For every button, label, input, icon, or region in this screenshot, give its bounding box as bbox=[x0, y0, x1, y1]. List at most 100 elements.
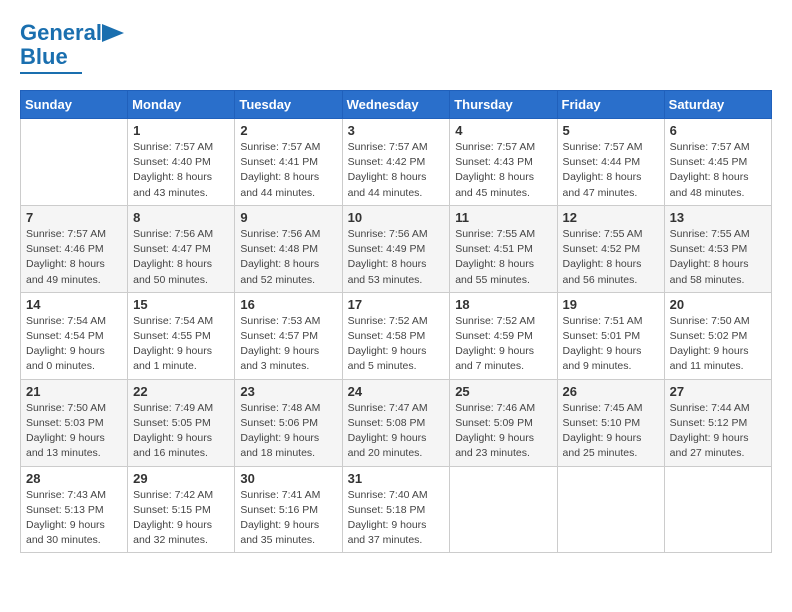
logo-arrow-icon bbox=[102, 24, 124, 42]
calendar-day-cell bbox=[664, 466, 771, 553]
calendar-day-cell: 7 Sunrise: 7:57 AMSunset: 4:46 PMDaylight… bbox=[21, 205, 128, 292]
day-number: 7 bbox=[26, 210, 122, 225]
calendar-day-cell: 13 Sunrise: 7:55 AMSunset: 4:53 PMDayligh… bbox=[664, 205, 771, 292]
day-info: Sunrise: 7:52 AMSunset: 4:59 PMDaylight:… bbox=[455, 314, 551, 375]
calendar-day-cell: 9 Sunrise: 7:56 AMSunset: 4:48 PMDaylight… bbox=[235, 205, 342, 292]
day-info: Sunrise: 7:52 AMSunset: 4:58 PMDaylight:… bbox=[348, 314, 445, 375]
calendar-day-cell: 29 Sunrise: 7:42 AMSunset: 5:15 PMDayligh… bbox=[128, 466, 235, 553]
day-info: Sunrise: 7:56 AMSunset: 4:48 PMDaylight:… bbox=[240, 227, 336, 288]
calendar-day-cell: 14 Sunrise: 7:54 AMSunset: 4:54 PMDayligh… bbox=[21, 292, 128, 379]
calendar-day-cell: 5 Sunrise: 7:57 AMSunset: 4:44 PMDaylight… bbox=[557, 119, 664, 206]
calendar-day-cell: 25Sunrise: 7:46 AMSunset: 5:09 PMDayligh… bbox=[450, 379, 557, 466]
calendar-day-cell: 22 Sunrise: 7:49 AMSunset: 5:05 PMDayligh… bbox=[128, 379, 235, 466]
calendar-header-thursday: Thursday bbox=[450, 91, 557, 119]
calendar-header-sunday: Sunday bbox=[21, 91, 128, 119]
day-info: Sunrise: 7:48 AMSunset: 5:06 PMDaylight:… bbox=[240, 401, 336, 462]
logo-blue-text: Blue bbox=[20, 44, 68, 70]
calendar-header-saturday: Saturday bbox=[664, 91, 771, 119]
calendar-header-tuesday: Tuesday bbox=[235, 91, 342, 119]
logo-text: General bbox=[20, 20, 102, 46]
day-number: 14 bbox=[26, 297, 122, 312]
calendar-day-cell: 27 Sunrise: 7:44 AMSunset: 5:12 PMDayligh… bbox=[664, 379, 771, 466]
day-info: Sunrise: 7:49 AMSunset: 5:05 PMDaylight:… bbox=[133, 401, 229, 462]
day-info: Sunrise: 7:56 AMSunset: 4:47 PMDaylight:… bbox=[133, 227, 229, 288]
day-info: Sunrise: 7:57 AMSunset: 4:43 PMDaylight:… bbox=[455, 140, 551, 201]
day-number: 20 bbox=[670, 297, 766, 312]
day-info: Sunrise: 7:47 AMSunset: 5:08 PMDaylight:… bbox=[348, 401, 445, 462]
day-number: 21 bbox=[26, 384, 122, 399]
calendar-day-cell: 4 Sunrise: 7:57 AMSunset: 4:43 PMDaylight… bbox=[450, 119, 557, 206]
calendar-day-cell: 19 Sunrise: 7:51 AMSunset: 5:01 PMDayligh… bbox=[557, 292, 664, 379]
day-number: 24 bbox=[348, 384, 445, 399]
day-number: 16 bbox=[240, 297, 336, 312]
day-number: 10 bbox=[348, 210, 445, 225]
calendar-day-cell: 23 Sunrise: 7:48 AMSunset: 5:06 PMDayligh… bbox=[235, 379, 342, 466]
day-number: 22 bbox=[133, 384, 229, 399]
day-info: Sunrise: 7:54 AMSunset: 4:54 PMDaylight:… bbox=[26, 314, 122, 375]
day-info: Sunrise: 7:50 AMSunset: 5:02 PMDaylight:… bbox=[670, 314, 766, 375]
calendar-week-row: 7 Sunrise: 7:57 AMSunset: 4:46 PMDaylight… bbox=[21, 205, 772, 292]
day-info: Sunrise: 7:57 AMSunset: 4:40 PMDaylight:… bbox=[133, 140, 229, 201]
day-info: Sunrise: 7:45 AMSunset: 5:10 PMDaylight:… bbox=[563, 401, 659, 462]
calendar-day-cell: 12 Sunrise: 7:55 AMSunset: 4:52 PMDayligh… bbox=[557, 205, 664, 292]
day-info: Sunrise: 7:57 AMSunset: 4:44 PMDaylight:… bbox=[563, 140, 659, 201]
day-number: 11 bbox=[455, 210, 551, 225]
calendar-day-cell: 3 Sunrise: 7:57 AMSunset: 4:42 PMDaylight… bbox=[342, 119, 450, 206]
day-number: 31 bbox=[348, 471, 445, 486]
calendar-day-cell: 11 Sunrise: 7:55 AMSunset: 4:51 PMDayligh… bbox=[450, 205, 557, 292]
day-info: Sunrise: 7:41 AMSunset: 5:16 PMDaylight:… bbox=[240, 488, 336, 549]
calendar-day-cell: 17 Sunrise: 7:52 AMSunset: 4:58 PMDayligh… bbox=[342, 292, 450, 379]
day-info: Sunrise: 7:57 AMSunset: 4:46 PMDaylight:… bbox=[26, 227, 122, 288]
day-number: 8 bbox=[133, 210, 229, 225]
day-number: 19 bbox=[563, 297, 659, 312]
calendar-day-cell: 26Sunrise: 7:45 AMSunset: 5:10 PMDayligh… bbox=[557, 379, 664, 466]
calendar-week-row: 28 Sunrise: 7:43 AMSunset: 5:13 PMDayligh… bbox=[21, 466, 772, 553]
page-header: General Blue bbox=[20, 20, 772, 74]
day-number: 23 bbox=[240, 384, 336, 399]
calendar-day-cell: 20 Sunrise: 7:50 AMSunset: 5:02 PMDayligh… bbox=[664, 292, 771, 379]
day-number: 5 bbox=[563, 123, 659, 138]
calendar-header-friday: Friday bbox=[557, 91, 664, 119]
day-info: Sunrise: 7:42 AMSunset: 5:15 PMDaylight:… bbox=[133, 488, 229, 549]
day-number: 30 bbox=[240, 471, 336, 486]
day-number: 29 bbox=[133, 471, 229, 486]
calendar-day-cell bbox=[557, 466, 664, 553]
day-number: 25 bbox=[455, 384, 551, 399]
calendar-day-cell: 16Sunrise: 7:53 AMSunset: 4:57 PMDayligh… bbox=[235, 292, 342, 379]
day-info: Sunrise: 7:55 AMSunset: 4:51 PMDaylight:… bbox=[455, 227, 551, 288]
calendar-week-row: 21 Sunrise: 7:50 AMSunset: 5:03 PMDayligh… bbox=[21, 379, 772, 466]
day-number: 27 bbox=[670, 384, 766, 399]
day-number: 12 bbox=[563, 210, 659, 225]
day-number: 18 bbox=[455, 297, 551, 312]
day-info: Sunrise: 7:57 AMSunset: 4:45 PMDaylight:… bbox=[670, 140, 766, 201]
day-info: Sunrise: 7:43 AMSunset: 5:13 PMDaylight:… bbox=[26, 488, 122, 549]
day-info: Sunrise: 7:57 AMSunset: 4:42 PMDaylight:… bbox=[348, 140, 445, 201]
day-info: Sunrise: 7:44 AMSunset: 5:12 PMDaylight:… bbox=[670, 401, 766, 462]
day-number: 9 bbox=[240, 210, 336, 225]
calendar-day-cell: 30 Sunrise: 7:41 AMSunset: 5:16 PMDayligh… bbox=[235, 466, 342, 553]
day-info: Sunrise: 7:54 AMSunset: 4:55 PMDaylight:… bbox=[133, 314, 229, 375]
day-number: 13 bbox=[670, 210, 766, 225]
day-info: Sunrise: 7:55 AMSunset: 4:52 PMDaylight:… bbox=[563, 227, 659, 288]
calendar-table: SundayMondayTuesdayWednesdayThursdayFrid… bbox=[20, 90, 772, 553]
calendar-day-cell: 10Sunrise: 7:56 AMSunset: 4:49 PMDayligh… bbox=[342, 205, 450, 292]
day-number: 28 bbox=[26, 471, 122, 486]
calendar-day-cell: 31Sunrise: 7:40 AMSunset: 5:18 PMDayligh… bbox=[342, 466, 450, 553]
calendar-day-cell: 18 Sunrise: 7:52 AMSunset: 4:59 PMDayligh… bbox=[450, 292, 557, 379]
day-number: 15 bbox=[133, 297, 229, 312]
calendar-day-cell: 8 Sunrise: 7:56 AMSunset: 4:47 PMDaylight… bbox=[128, 205, 235, 292]
day-info: Sunrise: 7:55 AMSunset: 4:53 PMDaylight:… bbox=[670, 227, 766, 288]
day-number: 4 bbox=[455, 123, 551, 138]
day-info: Sunrise: 7:50 AMSunset: 5:03 PMDaylight:… bbox=[26, 401, 122, 462]
day-number: 3 bbox=[348, 123, 445, 138]
calendar-day-cell: 2 Sunrise: 7:57 AMSunset: 4:41 PMDaylight… bbox=[235, 119, 342, 206]
day-info: Sunrise: 7:57 AMSunset: 4:41 PMDaylight:… bbox=[240, 140, 336, 201]
day-info: Sunrise: 7:51 AMSunset: 5:01 PMDaylight:… bbox=[563, 314, 659, 375]
calendar-week-row: 1Sunrise: 7:57 AMSunset: 4:40 PMDaylight… bbox=[21, 119, 772, 206]
logo: General Blue bbox=[20, 20, 124, 74]
calendar-day-cell: 15 Sunrise: 7:54 AMSunset: 4:55 PMDayligh… bbox=[128, 292, 235, 379]
day-number: 2 bbox=[240, 123, 336, 138]
day-number: 17 bbox=[348, 297, 445, 312]
day-number: 6 bbox=[670, 123, 766, 138]
calendar-day-cell bbox=[21, 119, 128, 206]
